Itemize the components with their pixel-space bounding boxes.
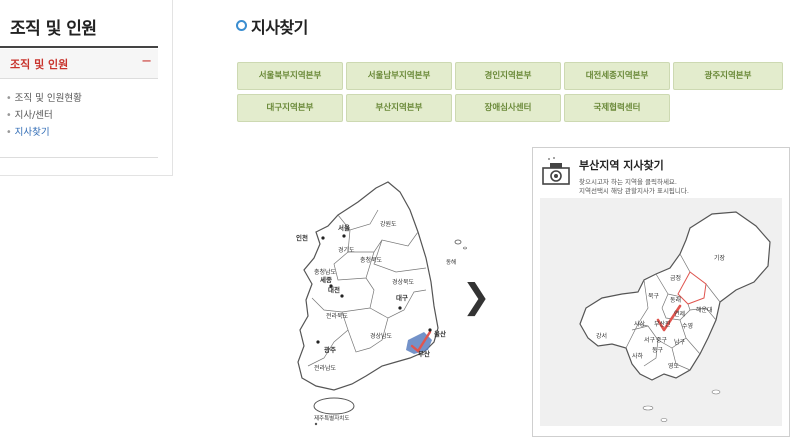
label-chungnam[interactable]: 충청남도 bbox=[314, 268, 337, 276]
tab-seoul-south[interactable]: 서울남부지역본부 bbox=[346, 62, 452, 90]
label-yeonje[interactable]: 연제 bbox=[674, 310, 685, 318]
label-sejong[interactable]: 세종 bbox=[320, 275, 332, 284]
label-donggu[interactable]: 동구 bbox=[652, 347, 664, 354]
sidebar-item-branches[interactable]: • 지사/센터 bbox=[6, 107, 82, 124]
ulleungdo-island bbox=[454, 239, 462, 245]
label-chungbuk[interactable]: 충청북도 bbox=[360, 256, 383, 264]
korea-map: 인천 서울 경기도 강원도 동해 충청북도 충청남도 세종 대전 경상북도 대구… bbox=[296, 181, 467, 426]
tab-seoul-north[interactable]: 서울북부지역본부 bbox=[237, 62, 343, 90]
tab-busan[interactable]: 부산지역본부 bbox=[346, 94, 452, 122]
label-jeju[interactable]: 제주특별자치도 bbox=[314, 414, 349, 422]
label-seoul[interactable]: 서울 bbox=[338, 223, 350, 232]
label-junggu[interactable]: 중구 bbox=[656, 337, 668, 344]
incheon-dot bbox=[321, 236, 325, 240]
label-gwangju[interactable]: 광주 bbox=[324, 345, 336, 354]
collapse-toggle[interactable]: − bbox=[141, 54, 152, 69]
camera-icon bbox=[542, 157, 570, 185]
label-namgu[interactable]: 남구 bbox=[674, 338, 686, 346]
page-title: 지사찾기 bbox=[236, 14, 308, 38]
label-jeonnam[interactable]: 전라남도 bbox=[314, 364, 337, 372]
daegu-dot bbox=[398, 306, 402, 310]
island-1 bbox=[711, 389, 721, 395]
busan-map-area: 기장 금정 북구 동래 해운대 사상 부산진 연제 수영 강서 서구 중구 남구… bbox=[540, 198, 782, 426]
label-sasang[interactable]: 사상 bbox=[634, 320, 646, 328]
busan-panel: 부산지역 지사찾기 찾으시고자 하는 지역을 클릭하세요. 지역선택시 해당 관… bbox=[532, 147, 790, 437]
busan-map: 기장 금정 북구 동래 해운대 사상 부산진 연제 수영 강서 서구 중구 남구… bbox=[579, 211, 771, 422]
island-2 bbox=[642, 405, 654, 411]
panel-title: 부산지역 지사찾기 bbox=[579, 159, 664, 172]
label-ulsan[interactable]: 울산 bbox=[434, 329, 446, 338]
label-saha[interactable]: 사하 bbox=[632, 352, 644, 360]
seoul-dot bbox=[342, 234, 346, 238]
label-gyeonggi[interactable]: 경기도 bbox=[338, 246, 355, 254]
daejeon-dot bbox=[340, 294, 344, 298]
label-gyeongnam[interactable]: 경상남도 bbox=[370, 332, 393, 340]
chevron-right-icon: ❯ bbox=[462, 277, 491, 317]
mainland-outline bbox=[297, 181, 439, 391]
label-busan[interactable]: 부산 bbox=[418, 349, 430, 358]
jeju-island[interactable] bbox=[313, 397, 355, 415]
label-geumjeong[interactable]: 금정 bbox=[670, 275, 681, 282]
tab-international-center[interactable]: 국제협력센터 bbox=[564, 94, 670, 122]
label-donghae[interactable]: 동해 bbox=[446, 258, 456, 266]
marado-island bbox=[314, 422, 318, 426]
ulsan-dot bbox=[428, 328, 432, 332]
label-dongnae[interactable]: 동래 bbox=[670, 296, 681, 304]
label-gyeongbuk[interactable]: 경상북도 bbox=[392, 278, 415, 286]
label-seogu[interactable]: 서구 bbox=[644, 336, 656, 344]
label-bukgu[interactable]: 북구 bbox=[648, 293, 660, 300]
label-jeonbuk[interactable]: 전라북도 bbox=[326, 312, 349, 320]
sidebar-item-find-branch[interactable]: • 지사찾기 bbox=[6, 124, 82, 141]
tab-gyeongin[interactable]: 경인지역본부 bbox=[455, 62, 561, 90]
sidebar-item-label: 지사찾기 bbox=[14, 127, 50, 138]
sidebar-item-status[interactable]: • 조직 및 인원현황 bbox=[6, 90, 82, 107]
sidebar-title: 조직 및 인원 bbox=[10, 19, 97, 39]
label-yeongdo[interactable]: 영도 bbox=[668, 362, 680, 370]
submenu-label: 조직 및 인원 bbox=[10, 58, 69, 71]
sidebar-item-label: 지사/센터 bbox=[14, 110, 53, 121]
bullet-icon: • bbox=[6, 127, 12, 138]
label-gangwon[interactable]: 강원도 bbox=[380, 220, 397, 228]
page-title-text: 지사찾기 bbox=[251, 18, 308, 37]
tab-disability-center[interactable]: 장애심사센터 bbox=[455, 94, 561, 122]
label-daejeon[interactable]: 대전 bbox=[328, 285, 340, 294]
tab-daegu[interactable]: 대구지역본부 bbox=[237, 94, 343, 122]
sidebar-item-label: 조직 및 인원현황 bbox=[14, 93, 82, 104]
submenu-header[interactable]: 조직 및 인원 − bbox=[0, 49, 158, 79]
circle-bullet-icon bbox=[236, 20, 247, 31]
sidebar: 조직 및 인원 조직 및 인원 − • 조직 및 인원현황 • 지사/센터 • 지사찾… bbox=[0, 0, 173, 176]
label-gijang[interactable]: 기장 bbox=[714, 254, 726, 262]
sidebar-divider-bottom bbox=[0, 157, 158, 158]
label-incheon[interactable]: 인천 bbox=[296, 233, 308, 242]
island-3 bbox=[660, 418, 668, 422]
tab-gwangju[interactable]: 광주지역본부 bbox=[673, 62, 783, 90]
panel-description-2: 지역선택시 해당 관할지사가 표시됩니다. bbox=[579, 187, 689, 195]
label-daegu[interactable]: 대구 bbox=[396, 293, 408, 302]
gwangju-dot bbox=[316, 340, 320, 344]
tab-daejeon-sejong[interactable]: 대전세종지역본부 bbox=[564, 62, 670, 90]
bullet-icon: • bbox=[6, 110, 12, 121]
label-busanjin[interactable]: 부산진 bbox=[654, 320, 671, 328]
label-gangseo[interactable]: 강서 bbox=[596, 332, 607, 340]
sidebar-menu: • 조직 및 인원현황 • 지사/센터 • 지사찾기 bbox=[6, 90, 82, 141]
label-haeundae[interactable]: 해운대 bbox=[696, 306, 713, 314]
dokdo-island bbox=[463, 246, 467, 250]
sidebar-divider bbox=[0, 46, 158, 48]
busan-outline bbox=[579, 211, 771, 381]
bullet-icon: • bbox=[6, 93, 12, 104]
label-suyeong[interactable]: 수영 bbox=[682, 322, 693, 330]
